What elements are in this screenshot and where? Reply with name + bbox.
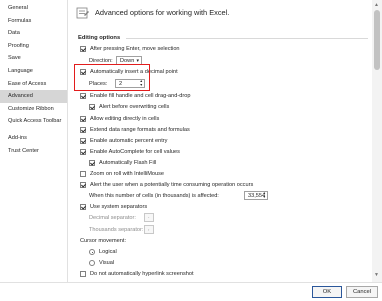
editing-in-cells-checkbox[interactable] — [80, 116, 86, 122]
cursor-visual-radio[interactable] — [89, 260, 95, 266]
cells-affected-label: When this number of cells (in thousands)… — [89, 193, 219, 199]
editing-in-cells-option[interactable]: Allow editing directly in cells — [80, 115, 159, 123]
sidebar-item-data[interactable]: Data — [0, 27, 67, 40]
sidebar-item-save[interactable]: Save — [0, 52, 67, 65]
thousands-separator-row: Thousands separator: — [89, 226, 143, 234]
direction-value: Down — [120, 57, 135, 64]
decimal-separator-row: Decimal separator: — [89, 214, 136, 222]
hyperlink-screenshot-checkbox[interactable] — [80, 271, 86, 277]
dialog-footer: OK Cancel — [0, 282, 382, 301]
cursor-movement-row: Cursor movement: — [80, 237, 126, 245]
section-divider — [126, 38, 368, 39]
hyperlink-screenshot-label: Do not automatically hyperlink screensho… — [90, 271, 194, 277]
auto-percent-option[interactable]: Enable automatic percent entry — [80, 137, 167, 145]
decimal-separator-input[interactable]: . — [144, 213, 154, 222]
flash-fill-checkbox[interactable] — [89, 160, 95, 166]
sidebar-item-proofing[interactable]: Proofing — [0, 40, 67, 53]
cursor-logical-option[interactable]: Logical — [89, 248, 117, 256]
cursor-logical-radio[interactable] — [89, 249, 95, 255]
scroll-up-icon[interactable]: ▲ — [374, 2, 379, 8]
sidebar-item-trust-center[interactable]: Trust Center — [0, 145, 67, 158]
alert-time-option[interactable]: Alert the user when a potentially time c… — [80, 181, 253, 189]
cells-affected-spinner[interactable]: 33,554 ▲ ▼ — [244, 191, 268, 200]
decimal-separator-label: Decimal separator: — [89, 215, 136, 221]
scrollbar-thumb[interactable] — [374, 10, 380, 70]
extend-formats-option[interactable]: Extend data range formats and formulas — [80, 126, 190, 134]
panel-header: Advanced options for working with Excel. — [68, 0, 382, 28]
spinner-arrows-icon[interactable]: ▲ ▼ — [263, 191, 266, 200]
page-title: Advanced options for working with Excel. — [95, 8, 230, 17]
advanced-options-icon — [76, 6, 90, 20]
flash-fill-label: Automatically Flash Fill — [99, 160, 157, 166]
fill-handle-option[interactable]: Enable fill handle and cell drag-and-dro… — [80, 92, 190, 100]
cursor-visual-option[interactable]: Visual — [89, 259, 114, 267]
zoom-roll-option[interactable]: Zoom on roll with IntelliMouse — [80, 170, 164, 178]
sidebar-item-advanced[interactable]: Advanced — [0, 90, 67, 103]
sidebar-item-ease-of-access[interactable]: Ease of Access — [0, 78, 67, 91]
after-enter-label: After pressing Enter, move selection — [90, 46, 180, 52]
alert-overwrite-option[interactable]: Alert before overwriting cells — [89, 103, 169, 111]
fill-handle-checkbox[interactable] — [80, 93, 86, 99]
autocomplete-label: Enable AutoComplete for cell values — [90, 149, 180, 155]
alert-time-label: Alert the user when a potentially time c… — [90, 182, 254, 188]
cursor-logical-label: Logical — [99, 249, 117, 255]
alert-overwrite-label: Alert before overwriting cells — [99, 104, 170, 110]
highlight-box — [74, 64, 150, 91]
vertical-scrollbar[interactable]: ▲ ▼ — [372, 0, 382, 282]
zoom-roll-checkbox[interactable] — [80, 171, 86, 177]
extend-formats-checkbox[interactable] — [80, 127, 86, 133]
autocomplete-option[interactable]: Enable AutoComplete for cell values — [80, 148, 180, 156]
system-separators-label: Use system separators — [90, 204, 148, 210]
sidebar-item-customize-ribbon[interactable]: Customize Ribbon — [0, 103, 67, 116]
auto-percent-label: Enable automatic percent entry — [90, 138, 168, 144]
decimal-separator-value: . — [148, 214, 150, 220]
extend-formats-label: Extend data range formats and formulas — [90, 127, 190, 133]
cancel-button[interactable]: Cancel — [346, 286, 378, 298]
sidebar-item-quick-access-toolbar[interactable]: Quick Access Toolbar — [0, 115, 67, 128]
hyperlink-screenshot-option[interactable]: Do not automatically hyperlink screensho… — [80, 270, 194, 278]
scroll-down-icon[interactable]: ▼ — [374, 272, 379, 278]
cursor-visual-label: Visual — [99, 260, 115, 266]
autocomplete-checkbox[interactable] — [80, 149, 86, 155]
options-sidebar: General Formulas Data Proofing Save Lang… — [0, 0, 68, 282]
thousands-separator-value: , — [148, 226, 150, 232]
sidebar-item-add-ins[interactable]: Add-ins — [0, 132, 67, 145]
thousands-separator-label: Thousands separator: — [89, 227, 144, 233]
after-enter-checkbox[interactable] — [80, 46, 86, 52]
editing-in-cells-label: Allow editing directly in cells — [90, 116, 160, 122]
sidebar-item-formulas[interactable]: Formulas — [0, 15, 67, 28]
cursor-movement-label: Cursor movement: — [80, 238, 127, 244]
section-title-editing-options: Editing options — [78, 35, 121, 41]
fill-handle-label: Enable fill handle and cell drag-and-dro… — [90, 93, 191, 99]
alert-overwrite-checkbox[interactable] — [89, 104, 95, 110]
sidebar-item-language[interactable]: Language — [0, 65, 67, 78]
system-separators-checkbox[interactable] — [80, 204, 86, 210]
sidebar-item-general[interactable]: General — [0, 2, 67, 15]
auto-percent-checkbox[interactable] — [80, 138, 86, 144]
system-separators-option[interactable]: Use system separators — [80, 203, 147, 211]
zoom-roll-label: Zoom on roll with IntelliMouse — [90, 171, 164, 177]
flash-fill-option[interactable]: Automatically Flash Fill — [89, 159, 156, 167]
cells-affected-row: When this number of cells (in thousands)… — [89, 192, 219, 200]
after-enter-option[interactable]: After pressing Enter, move selection — [80, 45, 180, 53]
ok-button[interactable]: OK — [312, 286, 342, 298]
thousands-separator-input[interactable]: , — [144, 225, 154, 234]
alert-time-checkbox[interactable] — [80, 182, 86, 188]
